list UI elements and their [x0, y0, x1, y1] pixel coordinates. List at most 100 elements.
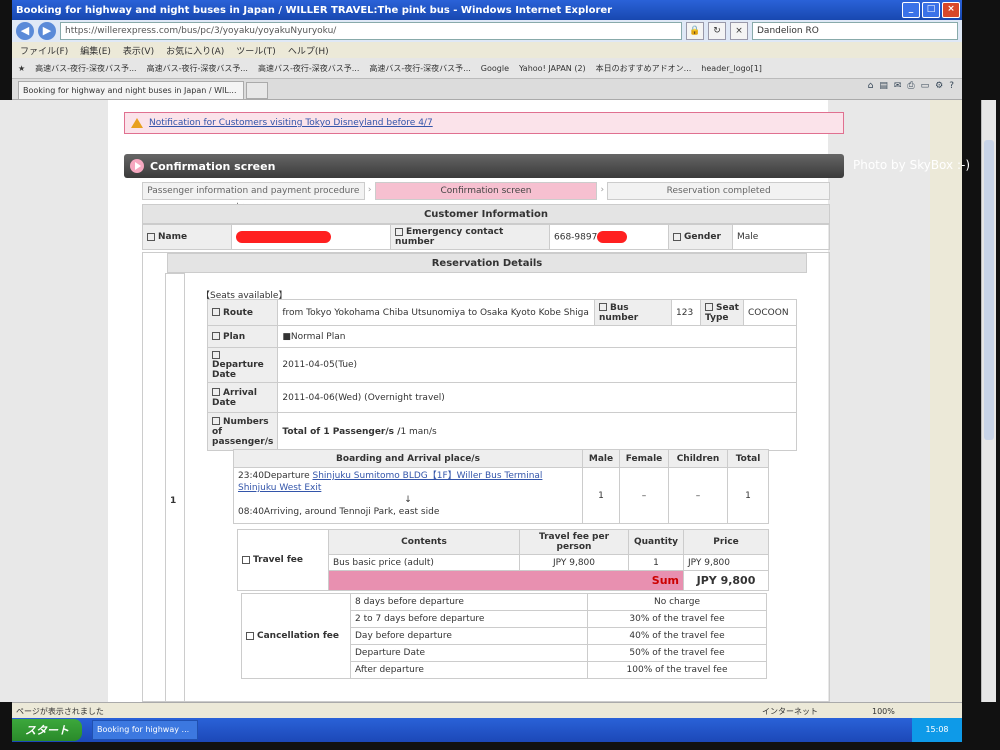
print-icon[interactable]: ⎙: [907, 81, 914, 91]
checkbox-icon: [705, 303, 713, 311]
cancellation-label: Cancellation fee: [241, 593, 351, 679]
play-icon: [130, 159, 144, 173]
favorite-link[interactable]: Yahoo! JAPAN (2): [519, 64, 586, 73]
maximize-button[interactable]: □: [922, 2, 940, 18]
tab-row: Booking for highway and night buses in J…: [12, 79, 962, 100]
route-label: Route: [206, 299, 279, 326]
sum-value: JPY 9,800: [683, 570, 769, 591]
total-count: 1: [727, 467, 769, 524]
stop-icon[interactable]: ×: [730, 22, 748, 40]
lock-icon[interactable]: 🔒: [686, 22, 704, 40]
favorite-link[interactable]: 高速バス-夜行-深夜バス予...: [258, 63, 359, 74]
fee-quantity: 1: [628, 554, 684, 571]
forward-icon[interactable]: ▶: [38, 22, 56, 40]
new-tab-button[interactable]: [246, 82, 268, 99]
monitor-frame: Booking for highway and night buses in J…: [0, 0, 1000, 750]
arrival-row: 08:40Arriving, around Tennoji Park, east…: [238, 507, 440, 517]
sum-label: Sum: [328, 570, 684, 591]
step-entry: Passenger information and payment proced…: [142, 182, 365, 212]
cancel-fee: No charge: [587, 593, 767, 611]
taskbar: スタート Booking for highway ... 15:08: [12, 718, 962, 742]
menu-view[interactable]: 表示(V): [123, 44, 154, 57]
checkbox-icon: [212, 388, 220, 396]
step-completed: Reservation completed: [607, 182, 831, 200]
price-header: Price: [683, 529, 769, 555]
bus-number-value: 123: [671, 299, 701, 326]
favorites-bar: ★ 高速バス-夜行-深夜バス予... 高速バス-夜行-深夜バス予... 高速バス…: [12, 58, 962, 79]
search-input[interactable]: Dandelion RO: [752, 22, 958, 40]
help-icon[interactable]: ?: [949, 81, 954, 91]
seat-type-label: Seat Type: [700, 299, 744, 326]
cancellation-table: Cancellation fee 8 days before departure…: [241, 593, 767, 679]
menu-tools[interactable]: ツール(T): [236, 44, 276, 57]
scrollbar-thumb[interactable]: [984, 140, 994, 440]
photo-watermark: Photo by SkyBox :-): [853, 158, 970, 172]
down-arrow-icon: ↓: [404, 495, 412, 505]
confirmation-header: Confirmation screen: [124, 154, 844, 178]
safety-icon[interactable]: ⚙: [935, 81, 943, 91]
page-icon[interactable]: ▭: [921, 81, 930, 91]
children-count: –: [668, 467, 728, 524]
mail-icon[interactable]: ✉: [894, 81, 902, 91]
favorite-link[interactable]: 本日のおすすめアドオン...: [596, 63, 692, 74]
favorite-link[interactable]: header_logo[1]: [701, 64, 762, 73]
plan-value: ■Normal Plan: [277, 325, 797, 348]
trip-details-table: Route from Tokyo Yokohama Chiba Utsunomi…: [206, 299, 797, 451]
vertical-scrollbar[interactable]: [981, 100, 996, 702]
favorite-link[interactable]: Google: [481, 64, 509, 73]
star-icon[interactable]: ★: [18, 64, 25, 73]
minimize-button[interactable]: _: [902, 2, 920, 18]
menu-help[interactable]: ヘルプ(H): [288, 44, 329, 57]
contents-header: Contents: [328, 529, 520, 555]
cancel-fee: 50% of the travel fee: [587, 644, 767, 662]
checkbox-icon: [246, 631, 254, 640]
checkbox-icon: [212, 350, 220, 359]
refresh-icon[interactable]: ↻: [708, 22, 726, 40]
checkbox-icon: [212, 308, 220, 316]
passengers-value: Total of 1 Passenger/s /1 man/s: [277, 412, 797, 451]
menu-file[interactable]: ファイル(F): [20, 44, 68, 57]
travel-fee-table: Travel fee Contents Travel fee per perso…: [237, 529, 769, 591]
taskbar-item[interactable]: Booking for highway ...: [92, 720, 198, 740]
favorite-link[interactable]: 高速バス-夜行-深夜バス予...: [35, 63, 136, 74]
bus-number-label: Bus number: [594, 299, 672, 326]
name-value: [231, 224, 391, 250]
zoom-control[interactable]: 100%: [872, 707, 962, 716]
address-bar[interactable]: https://willerexpress.com/bus/pc/3/yoyak…: [60, 22, 682, 40]
menu-bar: ファイル(F) 編集(E) 表示(V) お気に入り(A) ツール(T) ヘルプ(…: [12, 42, 962, 58]
browser-tab[interactable]: Booking for highway and night buses in J…: [18, 81, 244, 99]
home-icon[interactable]: ⌂: [868, 81, 874, 91]
status-bar: ページが表示されました インターネット 100%: [12, 702, 962, 719]
checkbox-icon: [242, 555, 250, 564]
menu-edit[interactable]: 編集(E): [80, 44, 111, 57]
customer-info-table: Name Emergency contact number 668-9897 G…: [142, 224, 830, 250]
route-value: from Tokyo Yokohama Chiba Utsunomiya to …: [277, 299, 595, 326]
gender-label: Gender: [668, 224, 733, 250]
step-arrow-icon: ›: [367, 185, 372, 195]
address-row: ◀ ▶ https://willerexpress.com/bus/pc/3/y…: [12, 20, 962, 42]
command-bar: ⌂ ▤ ✉ ⎙ ▭ ⚙ ?: [868, 81, 954, 91]
notice-link[interactable]: Notification for Customers visiting Toky…: [149, 118, 433, 128]
favorite-link[interactable]: 高速バス-夜行-深夜バス予...: [369, 63, 470, 74]
female-count: –: [619, 467, 669, 524]
fee-per-person: JPY 9,800: [519, 554, 629, 571]
boarding-cell: 23:40Departure Shinjuku Sumitomo BLDG【1F…: [233, 467, 583, 524]
row-index: 1: [170, 496, 177, 506]
departure-date-label: Departure Date: [206, 347, 279, 383]
female-header: Female: [619, 449, 669, 468]
close-button[interactable]: ×: [942, 2, 960, 18]
feed-icon[interactable]: ▤: [879, 81, 888, 91]
cancel-when: Departure Date: [350, 644, 588, 662]
per-person-header: Travel fee per person: [519, 529, 629, 555]
window-titlebar: Booking for highway and night buses in J…: [12, 0, 962, 20]
start-button[interactable]: スタート: [12, 719, 82, 741]
back-icon[interactable]: ◀: [16, 22, 34, 40]
favorite-link[interactable]: 高速バス-夜行-深夜バス予...: [147, 63, 248, 74]
menu-favorites[interactable]: お気に入り(A): [166, 44, 224, 57]
emergency-value: 668-9897: [549, 224, 669, 250]
zone-indicator[interactable]: インターネット: [762, 706, 872, 717]
seat-type-value: COCOON: [743, 299, 797, 326]
cancel-fee: 100% of the travel fee: [587, 661, 767, 679]
arrival-date-label: Arrival Date: [206, 382, 279, 413]
redaction-mark: [597, 231, 628, 243]
